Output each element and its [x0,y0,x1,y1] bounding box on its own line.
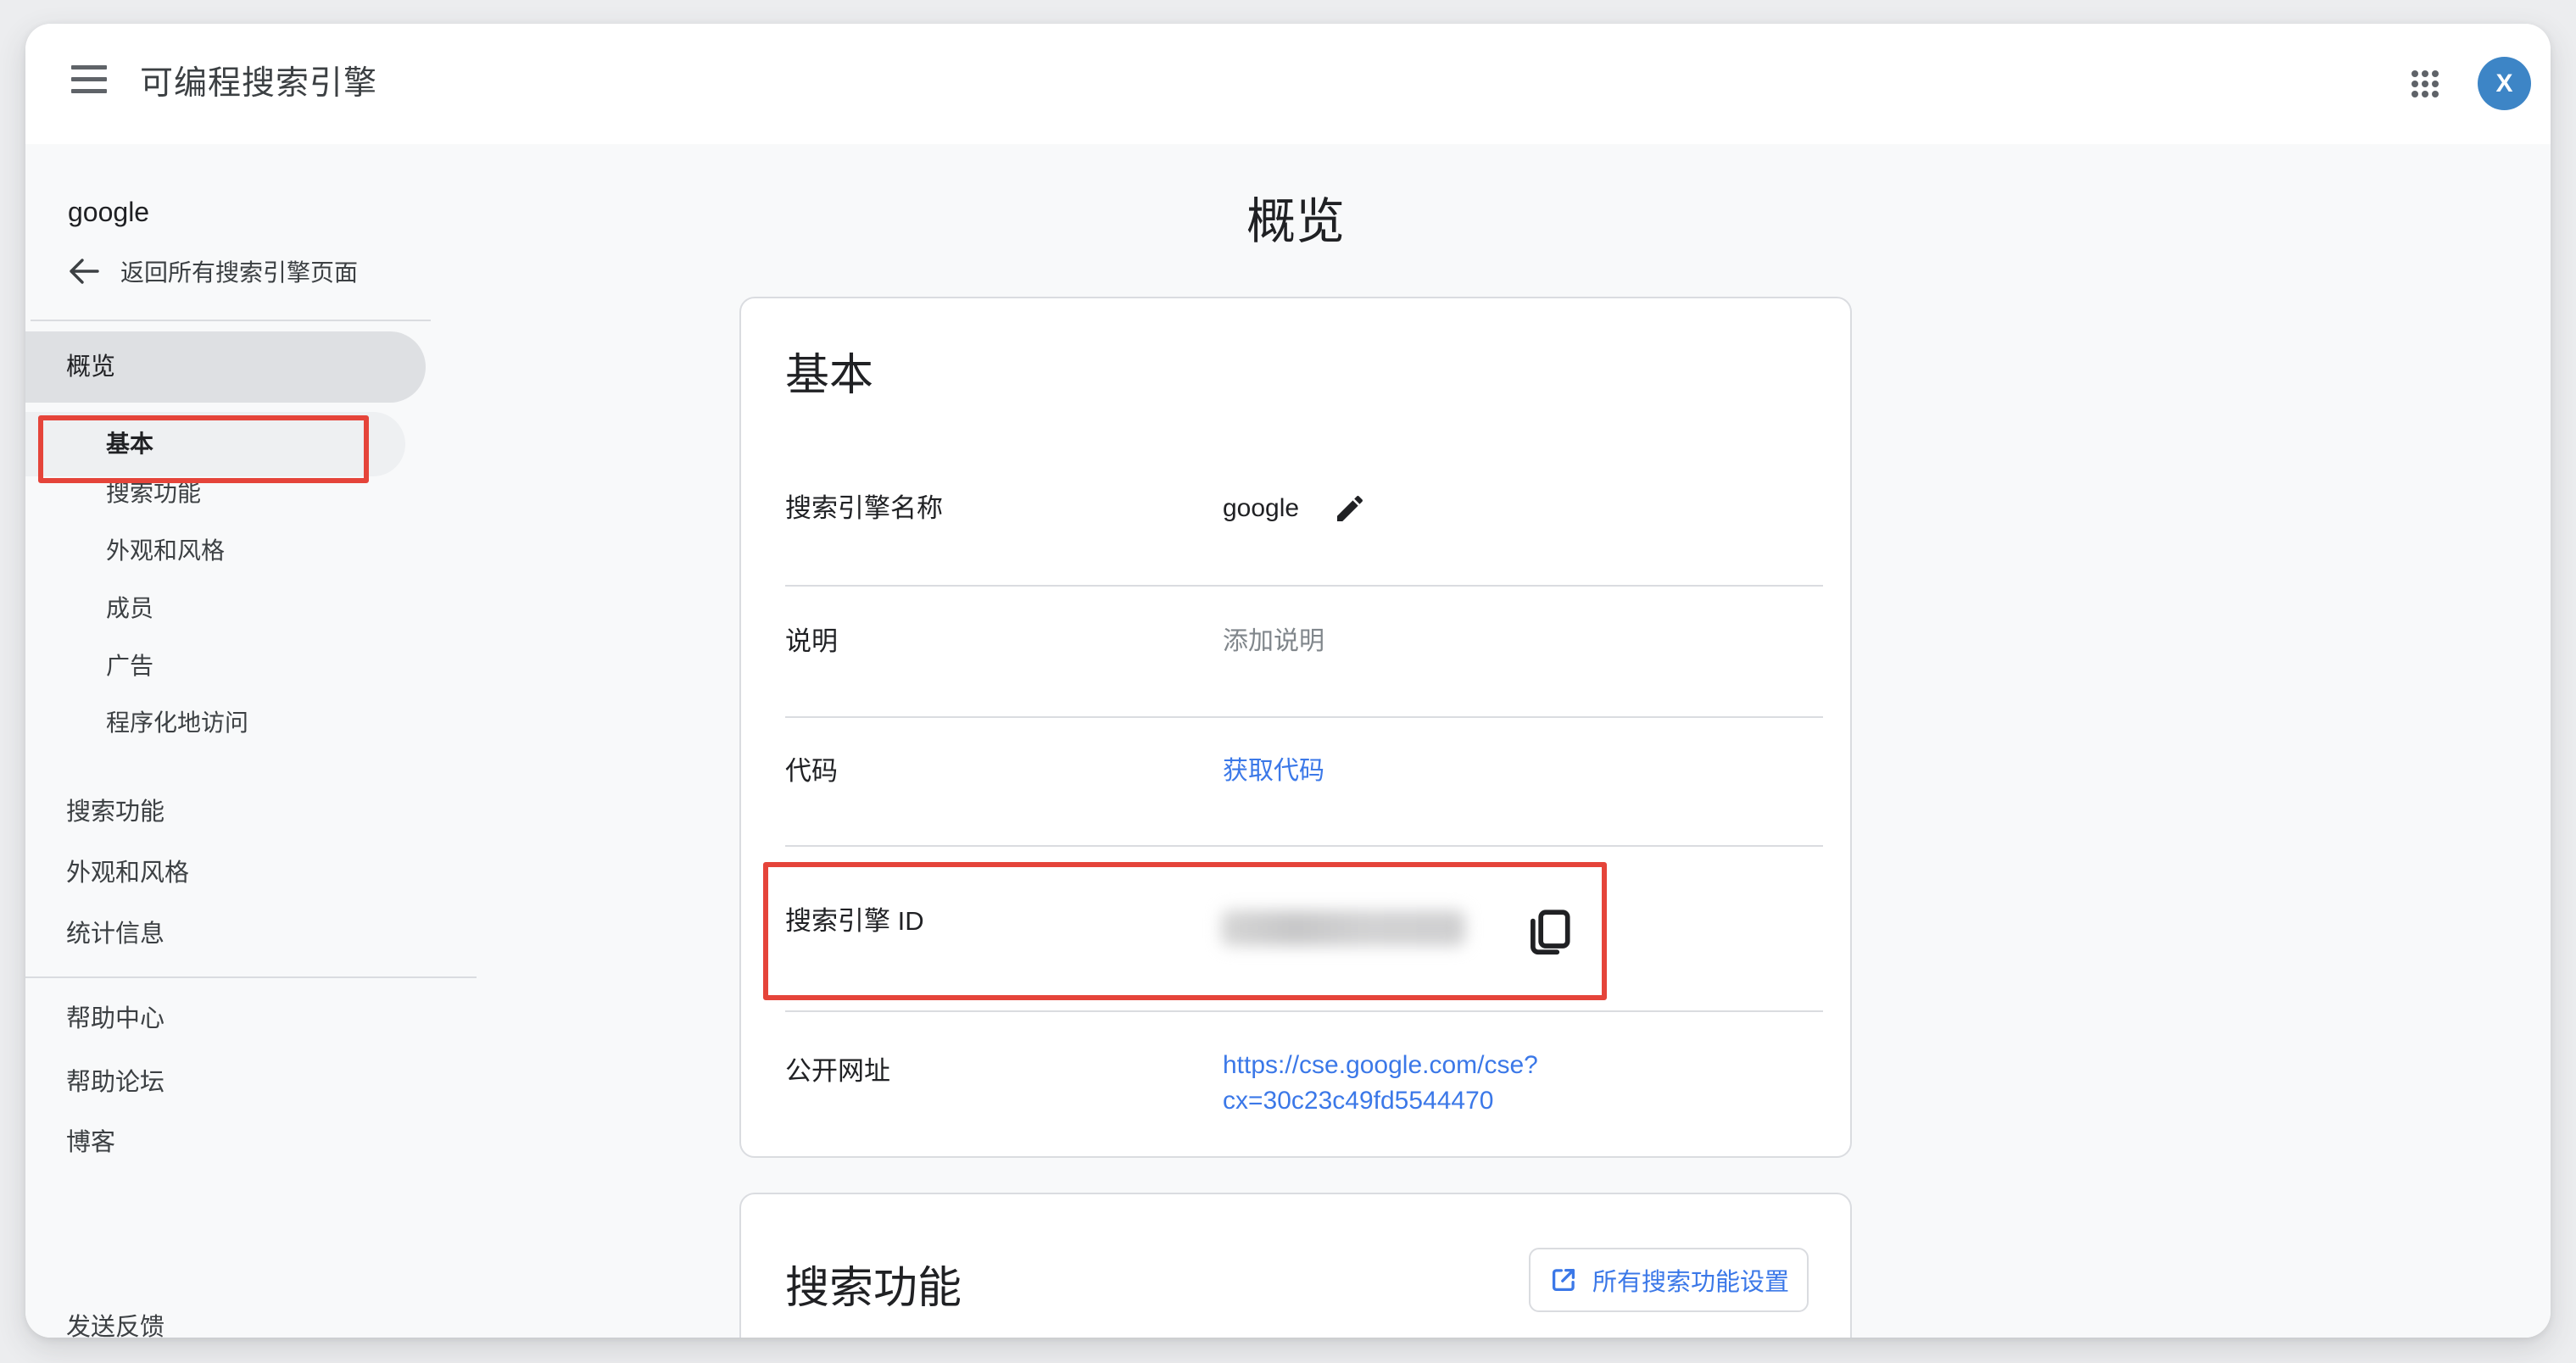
basic-card: 基本 搜索引擎名称 google 说明 添加说明 [739,297,1852,1158]
engine-name: google [68,186,149,237]
sidebar-divider-bottom [25,976,477,978]
screenshot-root: 可编程搜索引擎 X google 返回 [0,0,2576,1363]
sidebar-item-statistics[interactable]: 统计信息 [66,910,164,958]
row-divider [785,716,1823,718]
sidebar-item-look-and-feel-sub[interactable]: 外观和风格 [106,527,225,575]
code-label: 代码 [785,746,838,797]
row-divider [785,1010,1823,1012]
sidebar-item-look-and-feel[interactable]: 外观和风格 [66,849,189,897]
sidebar-item-basic-highlight [25,412,405,476]
sidebar-item-search-features[interactable]: 搜索功能 [66,788,164,836]
sidebar-item-blog[interactable]: 博客 [66,1119,115,1166]
search-features-card: 搜索功能 所有搜索功能设置 [739,1193,1852,1338]
apps-grid-icon[interactable] [2408,67,2442,101]
edit-name-button[interactable] [1333,492,1367,526]
engine-name-value: google [1223,483,1367,534]
sidebar-item-search-features-sub[interactable]: 搜索功能 [106,470,201,517]
public-url-label: 公开网址 [785,1046,890,1097]
back-link-label: 返回所有搜索引擎页面 [120,254,358,288]
all-search-features-settings-button[interactable]: 所有搜索功能设置 [1529,1248,1809,1312]
sidebar-divider-top [31,320,431,321]
page-title: 概览 [739,188,1852,256]
page-body: google 返回所有搜索引擎页面 概览 基本 搜索功能 外观和风格 成员 [25,144,2551,1338]
sidebar-item-help-forum[interactable]: 帮助论坛 [66,1059,164,1106]
sidebar: google 返回所有搜索引擎页面 概览 基本 搜索功能 外观和风格 成员 [25,144,500,1338]
settings-button-label: 所有搜索功能设置 [1592,1262,1789,1298]
sidebar-item-help-center[interactable]: 帮助中心 [66,995,164,1043]
search-features-card-title: 搜索功能 [785,1252,962,1316]
engine-name-label: 搜索引擎名称 [785,483,943,534]
sidebar-item-basic[interactable]: 基本 [106,420,153,468]
app-window: 可编程搜索引擎 X google 返回 [25,24,2551,1338]
top-app-bar: 可编程搜索引擎 X [25,24,2551,146]
sidebar-item-members[interactable]: 成员 [106,585,153,632]
open-in-new-icon [1548,1265,1579,1295]
basic-card-title: 基本 [785,339,873,403]
description-placeholder[interactable]: 添加说明 [1223,616,1324,667]
public-url-line1[interactable]: https://cse.google.com/cse? [1223,1048,1538,1083]
back-arrow-icon [68,257,100,286]
get-code-link[interactable]: 获取代码 [1223,746,1324,797]
sidebar-item-send-feedback[interactable]: 发送反馈 [66,1304,164,1338]
back-link[interactable]: 返回所有搜索引擎页面 [68,248,358,295]
row-divider [785,845,1823,847]
copy-id-button[interactable] [1523,905,1575,964]
description-label: 说明 [785,616,838,667]
pencil-icon [1333,492,1367,526]
avatar-initial: X [2495,70,2512,98]
avatar[interactable]: X [2478,57,2531,110]
main-content: 概览 基本 搜索引擎名称 google [500,144,2551,1338]
sidebar-item-programmatic-access[interactable]: 程序化地访问 [106,699,248,747]
get-code-link-wrap: 获取代码 [1223,746,1324,797]
sidebar-item-overview[interactable]: 概览 [25,331,426,403]
public-url-link[interactable]: https://cse.google.com/cse? cx=30c23c49f… [1223,1048,1538,1119]
copy-icon [1523,905,1575,960]
search-engine-id-value-redacted [1221,910,1465,946]
menu-icon[interactable] [71,65,107,103]
public-url-line2[interactable]: cx=30c23c49fd5544470 [1223,1083,1538,1119]
sidebar-item-ads[interactable]: 广告 [106,643,153,690]
row-divider [785,585,1823,587]
app-title: 可编程搜索引擎 [140,24,377,144]
search-engine-id-label: 搜索引擎 ID [785,896,924,947]
